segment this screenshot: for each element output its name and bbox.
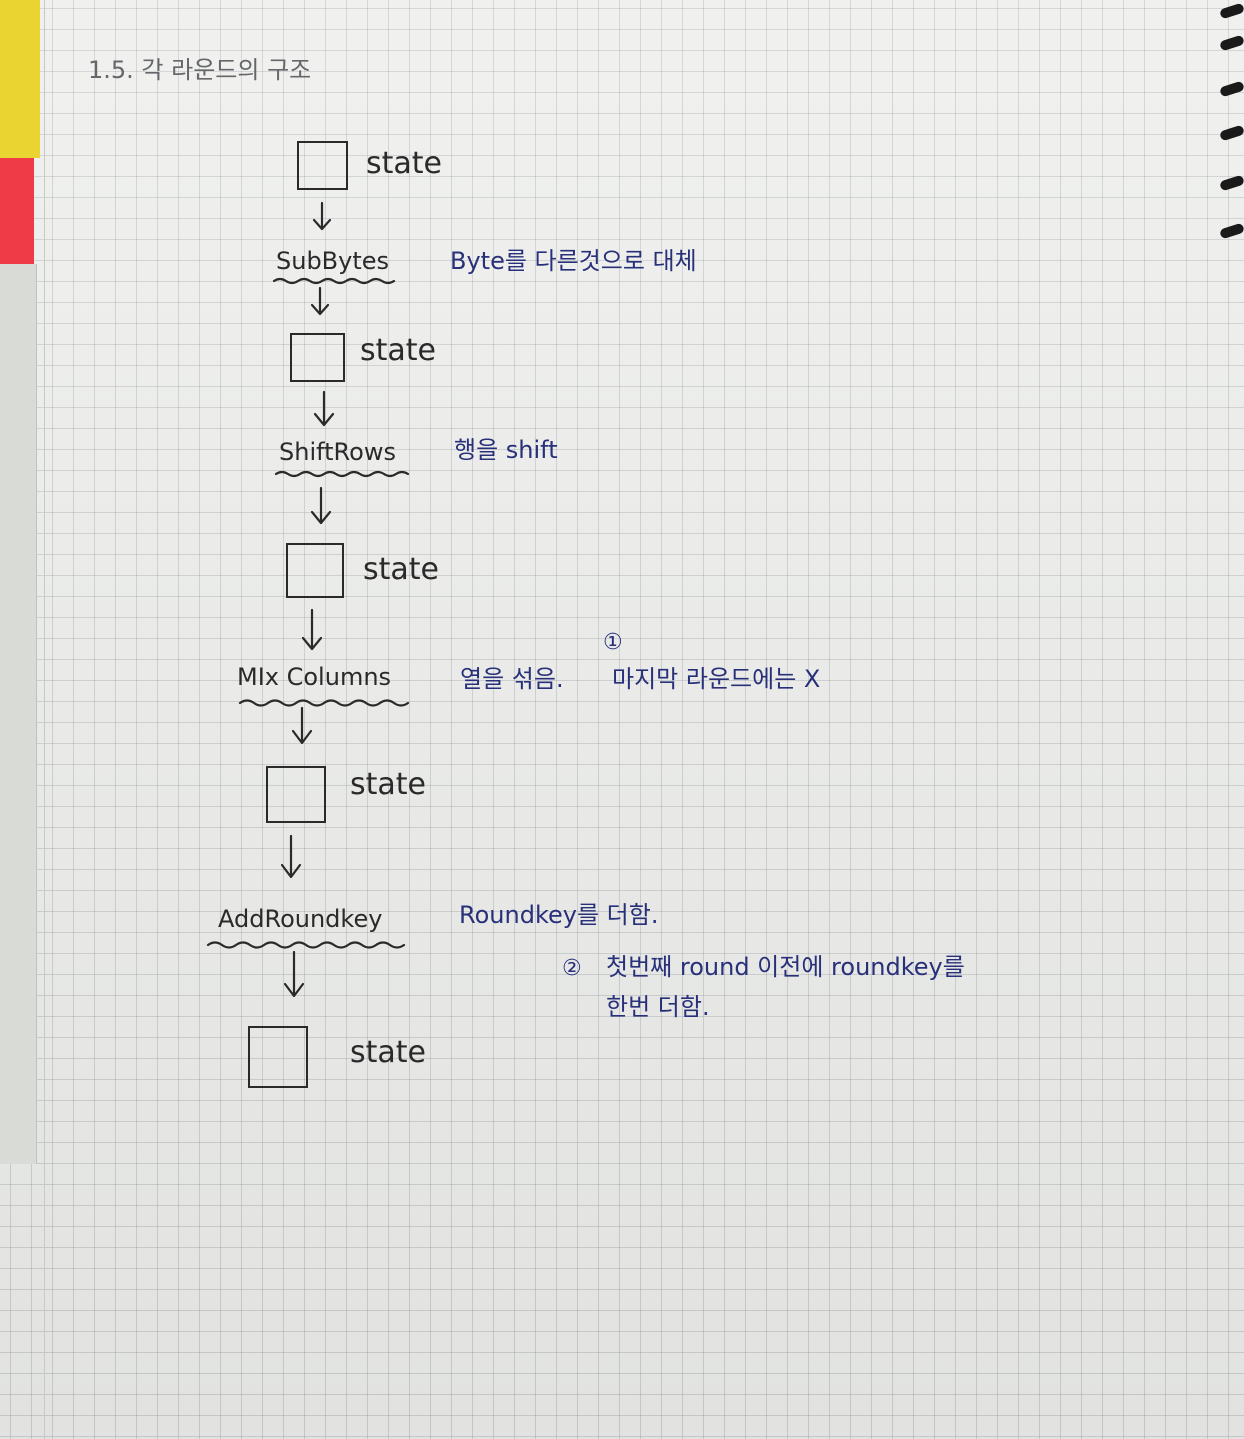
wavy-underline [274, 470, 410, 478]
wavy-underline [238, 699, 410, 707]
down-arrow-icon [301, 608, 323, 651]
down-arrow-icon [291, 706, 313, 745]
down-arrow-icon [310, 286, 330, 316]
down-arrow-icon [280, 834, 302, 879]
wavy-underline [272, 277, 396, 285]
down-arrow-icon [283, 950, 305, 998]
wavy-underline [206, 941, 406, 949]
down-arrow-icon [312, 201, 332, 231]
down-arrow-icon [310, 486, 332, 525]
ink-strokes [206, 201, 410, 998]
down-arrow-icon [313, 390, 335, 427]
